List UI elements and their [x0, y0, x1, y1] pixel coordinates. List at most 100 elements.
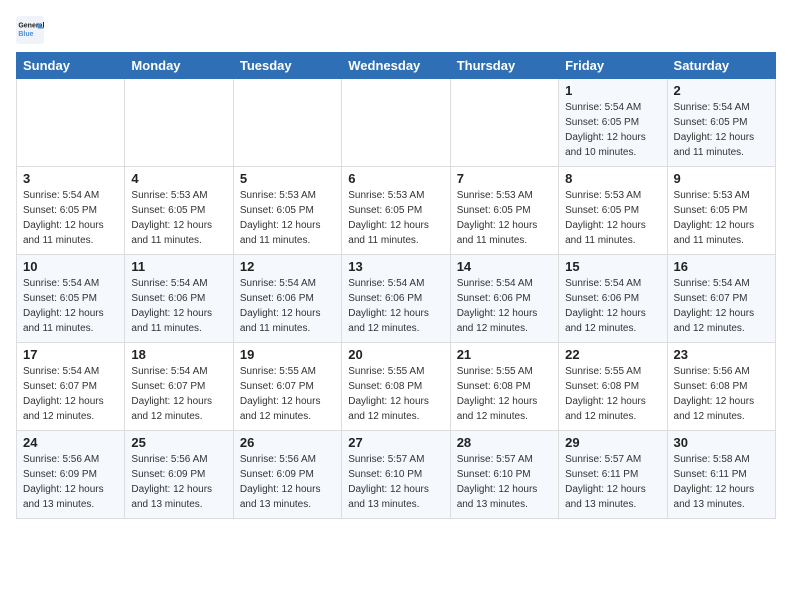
weekday-header-tuesday: Tuesday: [233, 53, 341, 79]
day-number: 14: [457, 259, 552, 274]
calendar-cell: 1 Sunrise: 5:54 AM Sunset: 6:05 PM Daylig…: [559, 79, 667, 167]
day-number: 21: [457, 347, 552, 362]
day-number: 12: [240, 259, 335, 274]
calendar-cell: [125, 79, 233, 167]
day-info: Sunrise: 5:54 AM Sunset: 6:06 PM Dayligh…: [565, 276, 660, 336]
day-number: 11: [131, 259, 226, 274]
day-number: 8: [565, 171, 660, 186]
day-info: Sunrise: 5:57 AM Sunset: 6:11 PM Dayligh…: [565, 452, 660, 512]
svg-text:Blue: Blue: [18, 31, 33, 38]
weekday-header-wednesday: Wednesday: [342, 53, 450, 79]
day-info: Sunrise: 5:57 AM Sunset: 6:10 PM Dayligh…: [457, 452, 552, 512]
calendar-cell: 25 Sunrise: 5:56 AM Sunset: 6:09 PM Dayli…: [125, 431, 233, 519]
day-info: Sunrise: 5:54 AM Sunset: 6:07 PM Dayligh…: [23, 364, 118, 424]
calendar-week-row: 24 Sunrise: 5:56 AM Sunset: 6:09 PM Dayli…: [17, 431, 776, 519]
calendar-cell: 3 Sunrise: 5:54 AM Sunset: 6:05 PM Daylig…: [17, 167, 125, 255]
day-info: Sunrise: 5:53 AM Sunset: 6:05 PM Dayligh…: [565, 188, 660, 248]
day-info: Sunrise: 5:54 AM Sunset: 6:06 PM Dayligh…: [240, 276, 335, 336]
day-number: 3: [23, 171, 118, 186]
day-number: 22: [565, 347, 660, 362]
day-info: Sunrise: 5:56 AM Sunset: 6:09 PM Dayligh…: [240, 452, 335, 512]
day-info: Sunrise: 5:54 AM Sunset: 6:07 PM Dayligh…: [131, 364, 226, 424]
calendar-cell: 2 Sunrise: 5:54 AM Sunset: 6:05 PM Daylig…: [667, 79, 775, 167]
day-info: Sunrise: 5:54 AM Sunset: 6:06 PM Dayligh…: [348, 276, 443, 336]
day-number: 16: [674, 259, 769, 274]
day-info: Sunrise: 5:55 AM Sunset: 6:08 PM Dayligh…: [457, 364, 552, 424]
calendar-container: General Blue SundayMondayTuesdayWednesda…: [0, 0, 792, 527]
day-info: Sunrise: 5:54 AM Sunset: 6:05 PM Dayligh…: [23, 276, 118, 336]
day-number: 28: [457, 435, 552, 450]
calendar-cell: [450, 79, 558, 167]
day-number: 24: [23, 435, 118, 450]
day-info: Sunrise: 5:54 AM Sunset: 6:05 PM Dayligh…: [23, 188, 118, 248]
day-info: Sunrise: 5:54 AM Sunset: 6:05 PM Dayligh…: [565, 100, 660, 160]
calendar-cell: 11 Sunrise: 5:54 AM Sunset: 6:06 PM Dayli…: [125, 255, 233, 343]
calendar-week-row: 1 Sunrise: 5:54 AM Sunset: 6:05 PM Daylig…: [17, 79, 776, 167]
day-info: Sunrise: 5:53 AM Sunset: 6:05 PM Dayligh…: [674, 188, 769, 248]
day-number: 25: [131, 435, 226, 450]
weekday-header-monday: Monday: [125, 53, 233, 79]
day-number: 7: [457, 171, 552, 186]
day-number: 15: [565, 259, 660, 274]
calendar-cell: 17 Sunrise: 5:54 AM Sunset: 6:07 PM Dayli…: [17, 343, 125, 431]
calendar-cell: 30Sunrise: 5:58 AM Sunset: 6:11 PM Dayli…: [667, 431, 775, 519]
calendar-cell: 21 Sunrise: 5:55 AM Sunset: 6:08 PM Dayli…: [450, 343, 558, 431]
day-info: Sunrise: 5:57 AM Sunset: 6:10 PM Dayligh…: [348, 452, 443, 512]
day-info: Sunrise: 5:54 AM Sunset: 6:06 PM Dayligh…: [131, 276, 226, 336]
calendar-week-row: 10 Sunrise: 5:54 AM Sunset: 6:05 PM Dayli…: [17, 255, 776, 343]
calendar-cell: 10 Sunrise: 5:54 AM Sunset: 6:05 PM Dayli…: [17, 255, 125, 343]
calendar-cell: 13 Sunrise: 5:54 AM Sunset: 6:06 PM Dayli…: [342, 255, 450, 343]
day-info: Sunrise: 5:53 AM Sunset: 6:05 PM Dayligh…: [240, 188, 335, 248]
day-number: 23: [674, 347, 769, 362]
calendar-cell: [233, 79, 341, 167]
header-row: General Blue: [16, 16, 776, 44]
day-number: 26: [240, 435, 335, 450]
calendar-cell: 7 Sunrise: 5:53 AM Sunset: 6:05 PM Daylig…: [450, 167, 558, 255]
day-number: 27: [348, 435, 443, 450]
day-info: Sunrise: 5:56 AM Sunset: 6:09 PM Dayligh…: [131, 452, 226, 512]
day-number: 1: [565, 83, 660, 98]
day-number: 2: [674, 83, 769, 98]
day-number: 20: [348, 347, 443, 362]
day-number: 18: [131, 347, 226, 362]
day-info: Sunrise: 5:53 AM Sunset: 6:05 PM Dayligh…: [131, 188, 226, 248]
day-info: Sunrise: 5:54 AM Sunset: 6:05 PM Dayligh…: [674, 100, 769, 160]
day-number: 17: [23, 347, 118, 362]
day-info: Sunrise: 5:55 AM Sunset: 6:07 PM Dayligh…: [240, 364, 335, 424]
logo: General Blue: [16, 16, 48, 44]
day-info: Sunrise: 5:53 AM Sunset: 6:05 PM Dayligh…: [348, 188, 443, 248]
day-number: 5: [240, 171, 335, 186]
calendar-cell: 28 Sunrise: 5:57 AM Sunset: 6:10 PM Dayli…: [450, 431, 558, 519]
day-info: Sunrise: 5:55 AM Sunset: 6:08 PM Dayligh…: [348, 364, 443, 424]
weekday-header-sunday: Sunday: [17, 53, 125, 79]
day-info: Sunrise: 5:53 AM Sunset: 6:05 PM Dayligh…: [457, 188, 552, 248]
day-number: 6: [348, 171, 443, 186]
calendar-cell: 6 Sunrise: 5:53 AM Sunset: 6:05 PM Daylig…: [342, 167, 450, 255]
day-number: 29: [565, 435, 660, 450]
calendar-cell: 19 Sunrise: 5:55 AM Sunset: 6:07 PM Dayli…: [233, 343, 341, 431]
calendar-table: SundayMondayTuesdayWednesdayThursdayFrid…: [16, 52, 776, 519]
day-number: 19: [240, 347, 335, 362]
calendar-cell: 24Sunrise: 5:56 AM Sunset: 6:09 PM Dayli…: [17, 431, 125, 519]
calendar-cell: 8 Sunrise: 5:53 AM Sunset: 6:05 PM Daylig…: [559, 167, 667, 255]
calendar-cell: [342, 79, 450, 167]
calendar-cell: 12 Sunrise: 5:54 AM Sunset: 6:06 PM Dayli…: [233, 255, 341, 343]
day-number: 10: [23, 259, 118, 274]
calendar-cell: [17, 79, 125, 167]
calendar-cell: 4 Sunrise: 5:53 AM Sunset: 6:05 PM Daylig…: [125, 167, 233, 255]
calendar-cell: 15 Sunrise: 5:54 AM Sunset: 6:06 PM Dayli…: [559, 255, 667, 343]
day-info: Sunrise: 5:54 AM Sunset: 6:07 PM Dayligh…: [674, 276, 769, 336]
calendar-cell: 18 Sunrise: 5:54 AM Sunset: 6:07 PM Dayli…: [125, 343, 233, 431]
calendar-cell: 26 Sunrise: 5:56 AM Sunset: 6:09 PM Dayli…: [233, 431, 341, 519]
day-number: 30: [674, 435, 769, 450]
day-number: 13: [348, 259, 443, 274]
calendar-cell: 5 Sunrise: 5:53 AM Sunset: 6:05 PM Daylig…: [233, 167, 341, 255]
logo-icon: General Blue: [16, 16, 44, 44]
weekday-header-thursday: Thursday: [450, 53, 558, 79]
day-number: 9: [674, 171, 769, 186]
day-number: 4: [131, 171, 226, 186]
day-info: Sunrise: 5:56 AM Sunset: 6:08 PM Dayligh…: [674, 364, 769, 424]
day-info: Sunrise: 5:55 AM Sunset: 6:08 PM Dayligh…: [565, 364, 660, 424]
calendar-cell: 27 Sunrise: 5:57 AM Sunset: 6:10 PM Dayli…: [342, 431, 450, 519]
calendar-cell: 23 Sunrise: 5:56 AM Sunset: 6:08 PM Dayli…: [667, 343, 775, 431]
